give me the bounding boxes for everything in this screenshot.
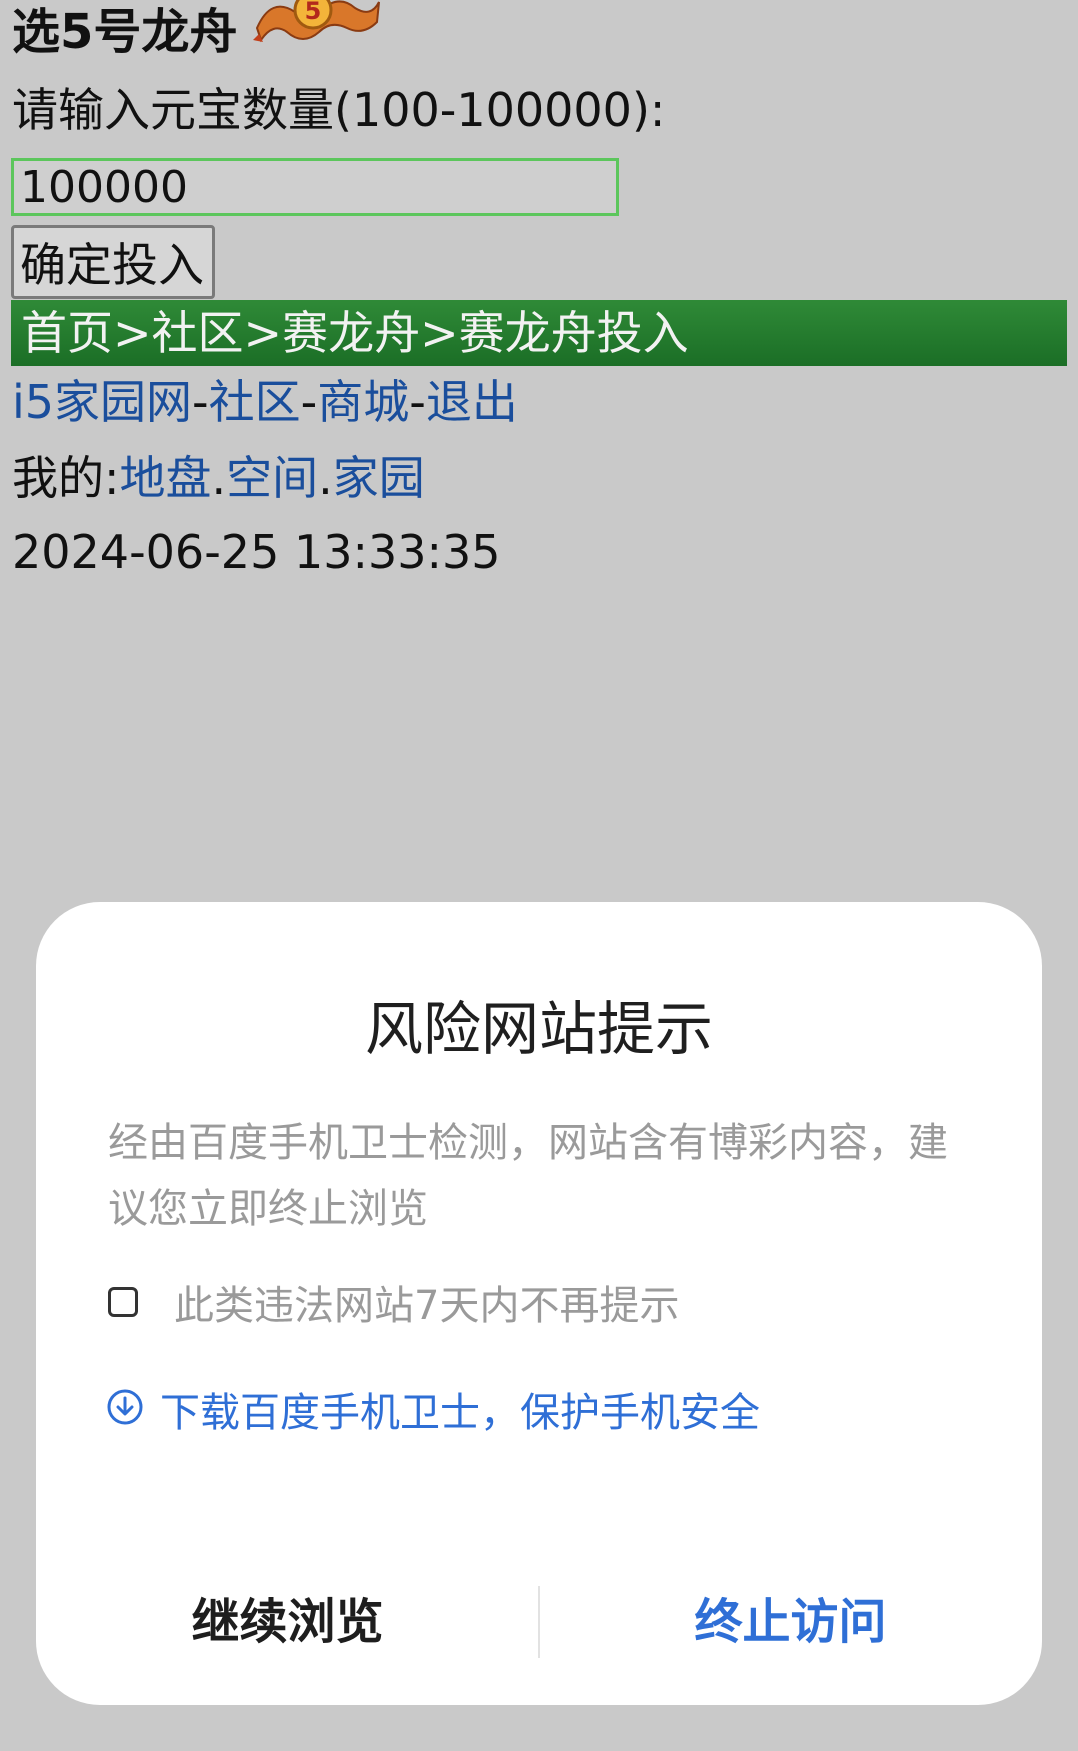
download-guard-link[interactable]: 下载百度手机卫士，保护手机安全	[106, 1380, 760, 1438]
continue-browsing-button[interactable]: 继续浏览	[36, 1582, 539, 1662]
my-links: 我的:地盘.空间.家园	[12, 448, 425, 508]
risk-warning-dialog: 风险网站提示 经由百度手机卫士检测，网站含有博彩内容，建议您立即终止浏览 此类违…	[36, 902, 1042, 1705]
dragon-badge-icon: 5	[251, 0, 383, 64]
dot-separator: .	[211, 451, 227, 505]
page-title: 选5号龙舟	[12, 4, 238, 60]
page: 选5号龙舟 5 请输入元宝数量(100-100000): 确定投入 首页>社区>…	[0, 0, 1078, 1751]
link-community[interactable]: 社区	[209, 375, 301, 429]
link-home[interactable]: i5家园网	[12, 375, 192, 429]
badge-number: 5	[305, 0, 322, 25]
link-separator: -	[409, 375, 426, 429]
link-space[interactable]: 空间	[226, 451, 318, 505]
dont-remind-row[interactable]: 此类违法网站7天内不再提示	[108, 1277, 679, 1329]
amount-input[interactable]	[11, 158, 619, 216]
my-links-prefix: 我的:	[12, 451, 120, 505]
dialog-message: 经由百度手机卫士检测，网站含有博彩内容，建议您立即终止浏览	[108, 1120, 948, 1232]
site-links: i5家园网-社区-商城-退出	[12, 372, 518, 432]
page-title-row: 选5号龙舟 5	[12, 0, 383, 64]
dont-remind-label[interactable]: 此类违法网站7天内不再提示	[174, 1273, 679, 1331]
stop-visit-button[interactable]: 终止访问	[539, 1582, 1042, 1662]
link-homestead[interactable]: 家园	[333, 451, 425, 505]
download-label[interactable]: 下载百度手机卫士，保护手机安全	[160, 1380, 760, 1438]
confirm-invest-button[interactable]: 确定投入	[11, 225, 215, 299]
dot-separator: .	[318, 451, 333, 505]
breadcrumb: 首页>社区>赛龙舟>赛龙舟投入	[11, 300, 1067, 366]
link-territory[interactable]: 地盘	[120, 451, 212, 505]
link-mall[interactable]: 商城	[317, 375, 409, 429]
link-separator: -	[300, 375, 318, 429]
timestamp: 2024-06-25 13:33:35	[12, 525, 501, 579]
link-logout[interactable]: 退出	[426, 375, 518, 429]
actions-divider	[538, 1586, 540, 1658]
dialog-title: 风险网站提示	[364, 995, 713, 1063]
link-separator: -	[192, 375, 209, 429]
dont-remind-checkbox[interactable]	[108, 1287, 138, 1317]
download-circle-icon	[106, 1388, 144, 1430]
amount-prompt: 请输入元宝数量(100-100000):	[12, 83, 666, 137]
